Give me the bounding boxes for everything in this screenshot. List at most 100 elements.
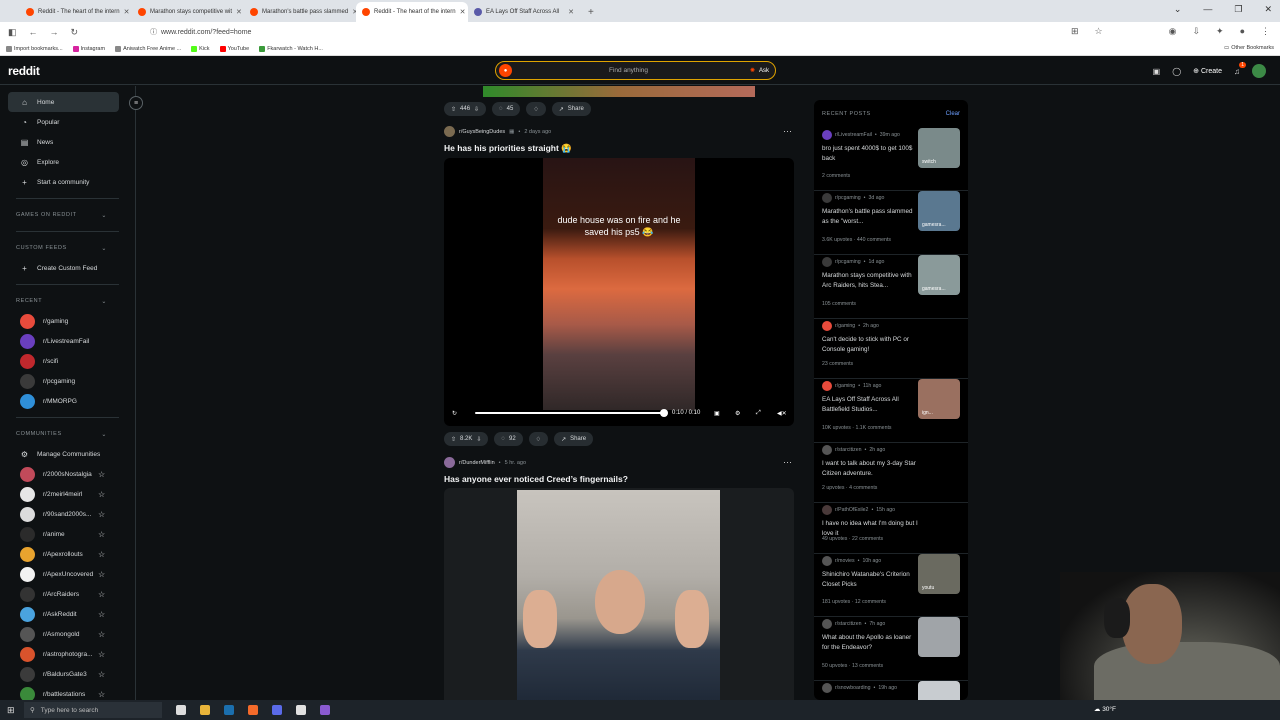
settings-icon[interactable]: ⚙: [735, 410, 740, 417]
post-options-icon[interactable]: ⋯: [783, 126, 792, 137]
recent-community-item[interactable]: r/scifi: [0, 351, 135, 371]
recent-community-item[interactable]: r/pcgaming: [0, 371, 135, 391]
recent-post-title[interactable]: Shinichiro Watanabe's Criterion Closet P…: [822, 570, 918, 590]
translate-icon[interactable]: ⊞: [1071, 26, 1079, 37]
menu-icon[interactable]: ⋮: [1261, 26, 1270, 37]
browser-tab[interactable]: Reddit - The heart of the intern ✕: [20, 2, 132, 22]
downvote-icon[interactable]: ⇩: [476, 436, 481, 443]
games-section-header[interactable]: GAMES ON REDDIT ⌄: [0, 205, 135, 225]
sidebar-item-home[interactable]: ⌂ Home: [8, 92, 119, 112]
favorite-star-icon[interactable]: ☆: [98, 530, 105, 539]
recent-post-thumbnail[interactable]: [918, 681, 960, 700]
close-window-icon[interactable]: ✕: [1264, 4, 1272, 15]
sidebar-item-news[interactable]: ▤ News: [0, 132, 135, 152]
create-custom-feed[interactable]: + Create Custom Feed: [0, 258, 135, 278]
captions-icon[interactable]: ▣: [714, 410, 720, 417]
browser-tab[interactable]: Marathon's battle pass slammed ✕: [244, 2, 356, 22]
chrome-icon[interactable]: [296, 705, 306, 715]
steam-icon[interactable]: [224, 705, 234, 715]
tab-search-icon[interactable]: ⌄: [1174, 4, 1182, 15]
community-item[interactable]: r/ApexUncovered ☆: [0, 564, 135, 584]
recent-post-title[interactable]: Marathon's battle pass slammed as the "w…: [822, 207, 918, 227]
post-options-icon[interactable]: ⋯: [783, 457, 792, 468]
clear-recent-button[interactable]: Clear: [946, 111, 960, 117]
recent-post-thumbnail[interactable]: gamesra...: [918, 255, 960, 295]
firefox-icon[interactable]: [248, 705, 258, 715]
award-button[interactable]: ♢: [528, 432, 549, 446]
chat-icon[interactable]: ◯: [1172, 67, 1181, 76]
community-item[interactable]: r/90sand2000s... ☆: [0, 504, 135, 524]
bookmark-item[interactable]: YouTube: [219, 45, 249, 52]
downvote-icon[interactable]: ⇩: [474, 106, 479, 113]
video-progress-track[interactable]: [475, 412, 665, 414]
minimize-icon[interactable]: —: [1203, 4, 1212, 15]
community-item[interactable]: r/AskReddit ☆: [0, 604, 135, 624]
reload-icon[interactable]: ↻: [71, 27, 79, 38]
bookmark-item[interactable]: Fkarwatch - Watch H...: [259, 45, 323, 52]
custom-feeds-section-header[interactable]: CUSTOM FEEDS ⌄: [0, 238, 135, 258]
subreddit-avatar[interactable]: [444, 126, 455, 137]
close-tab-icon[interactable]: ✕: [568, 8, 574, 16]
mute-icon[interactable]: ◀✕: [777, 410, 787, 417]
favorite-star-icon[interactable]: ☆: [98, 550, 105, 559]
manage-communities[interactable]: ⚙ Manage Communities: [0, 444, 135, 464]
file-explorer-icon[interactable]: [200, 705, 210, 715]
sidebar-toggle-icon[interactable]: ◧: [8, 27, 17, 38]
extension-icon[interactable]: ◉: [1169, 26, 1177, 37]
comments-button[interactable]: ◌ 45: [492, 102, 521, 116]
recent-community-item[interactable]: r/LivestreamFail: [0, 331, 135, 351]
recent-post-item[interactable]: r/snowboarding • 19h ago: [814, 681, 968, 700]
bookmark-item[interactable]: Import bookmarks...: [6, 45, 63, 52]
recent-post-thumbnail[interactable]: ign...: [918, 379, 960, 419]
create-button[interactable]: ⊕ Create: [1193, 67, 1222, 75]
communities-section-header[interactable]: COMMUNITIES ⌄: [0, 424, 135, 444]
advertise-icon[interactable]: ▣: [1153, 67, 1161, 76]
recent-post-item[interactable]: r/LivestreamFail • 39m ago bro just spent 4…: [814, 128, 968, 191]
close-tab-icon[interactable]: ✕: [236, 8, 242, 16]
post-title[interactable]: Has anyone ever noticed Creed’s fingerna…: [444, 474, 628, 484]
subreddit-link[interactable]: r/DunderMifflin: [459, 460, 495, 466]
puzzle-icon[interactable]: ✦: [1216, 26, 1224, 37]
bookmark-item[interactable]: Kick: [191, 45, 210, 52]
post-image[interactable]: [444, 488, 794, 700]
discord-icon[interactable]: [272, 705, 282, 715]
ask-button[interactable]: ✺ Ask: [750, 67, 769, 74]
close-tab-icon[interactable]: ✕: [460, 8, 466, 16]
search-input[interactable]: ● Find anything ✺ Ask: [495, 61, 776, 80]
recent-post-title[interactable]: Can't decide to stick with PC or Console…: [822, 335, 918, 355]
recent-post-item[interactable]: r/gaming • 11h ago EA Lays Off Staff Across…: [814, 379, 968, 443]
recent-post-item[interactable]: r/pcgaming • 1d ago Marathon stays competit…: [814, 255, 968, 319]
task-view-icon[interactable]: [176, 705, 186, 715]
sidebar-item-popular[interactable]: ◔ Popular: [0, 112, 135, 132]
weather-widget[interactable]: ☁ 30°F: [1094, 705, 1116, 713]
recent-post-title[interactable]: bro just spent 4000$ to get 100$ back: [822, 144, 918, 164]
recent-post-item[interactable]: r/starcitizen • 2h ago I want to talk about…: [814, 443, 968, 503]
favorite-star-icon[interactable]: ☆: [98, 630, 105, 639]
sidebar-item-explore[interactable]: ◎ Explore: [0, 152, 135, 172]
forward-icon[interactable]: →: [50, 27, 59, 37]
url-field[interactable]: ⓘ www.reddit.com/?feed=home: [150, 27, 251, 37]
browser-tab[interactable]: EA Lays Off Staff Across All ✕: [468, 2, 580, 22]
recent-post-thumbnail[interactable]: youtu: [918, 554, 960, 594]
user-avatar[interactable]: [1252, 64, 1266, 78]
replay-icon[interactable]: ↻: [452, 410, 457, 417]
favorite-star-icon[interactable]: ☆: [98, 610, 105, 619]
award-button[interactable]: ♢: [526, 102, 546, 116]
recent-post-item[interactable]: r/gaming • 2h ago Can't decide to stick wit…: [814, 319, 968, 379]
back-icon[interactable]: ←: [29, 27, 38, 37]
favorite-star-icon[interactable]: ☆: [98, 490, 105, 499]
share-button[interactable]: ↗ Share: [551, 102, 591, 116]
community-item[interactable]: r/battlestations ☆: [0, 684, 135, 700]
recent-post-thumbnail[interactable]: switch: [918, 128, 960, 168]
recent-post-thumbnail[interactable]: [918, 617, 960, 657]
bookmark-item[interactable]: Aniwatch Free Anime ...: [115, 45, 181, 52]
subreddit-link[interactable]: r/GuysBeingDudes: [459, 129, 505, 135]
favorite-star-icon[interactable]: ☆: [98, 470, 105, 479]
browser-tab[interactable]: Marathon stays competitive wit ✕: [132, 2, 244, 22]
recent-community-item[interactable]: r/gaming: [0, 311, 135, 331]
favorite-star-icon[interactable]: ☆: [98, 670, 105, 679]
collapse-sidebar-button[interactable]: ≡: [129, 96, 143, 110]
favorite-star-icon[interactable]: ☆: [98, 570, 105, 579]
fullscreen-icon[interactable]: ⤢: [756, 410, 761, 417]
bookmark-item[interactable]: Instagram: [72, 45, 105, 52]
